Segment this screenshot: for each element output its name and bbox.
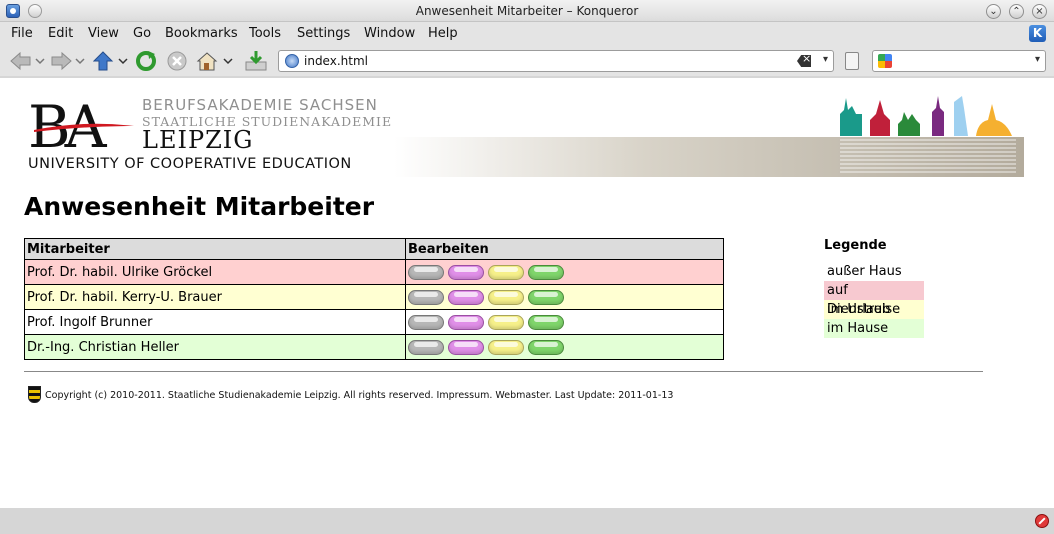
menu-file[interactable]: File [11,26,33,41]
status-button-present[interactable] [528,339,564,355]
stop-icon[interactable] [166,50,188,72]
column-header-employee: Mitarbeiter [24,238,406,260]
legend-title: Legende [824,238,887,253]
status-button-business-trip[interactable] [448,314,484,330]
header-banner: BA BERUFSAKADEMIE SACHSEN STAATLICHE STU… [24,96,1024,178]
employee-name: Dr.-Ing. Christian Heller [24,334,406,360]
status-button-business-trip[interactable] [448,264,484,280]
status-button-group [405,284,724,310]
table-header-row: Mitarbeiter Bearbeiten [24,238,724,260]
menu-go[interactable]: Go [133,26,151,41]
close-icon[interactable]: × [1032,4,1047,19]
status-button-group [405,259,724,285]
column-header-edit: Bearbeiten [405,238,724,260]
home-icon[interactable] [196,50,236,72]
status-button-business-trip[interactable] [448,289,484,305]
menu-tools[interactable]: Tools [249,26,281,41]
web-viewport: BA BERUFSAKADEMIE SACHSEN STAATLICHE STU… [0,78,1054,508]
title-bar: Anwesenheit Mitarbeiter – Konqueror ⌄ ⌃ … [0,0,1054,22]
status-button-away[interactable] [408,314,444,330]
footer-text: Copyright (c) 2010-2011. Staatliche Stud… [45,390,674,401]
legend-item-away: außer Haus [824,262,924,281]
status-button-away[interactable] [408,289,444,305]
menu-bar: File Edit View Go Bookmarks Tools Settin… [0,22,1054,46]
employee-name: Prof. Ingolf Brunner [24,309,406,335]
menu-window[interactable]: Window [364,26,415,41]
footer-divider [24,371,983,372]
search-engine-icon[interactable] [878,54,892,68]
url-history-dropdown-icon[interactable]: ▾ [823,54,828,65]
paste-icon[interactable] [845,52,859,70]
window-title: Anwesenheit Mitarbeiter – Konqueror [415,4,639,18]
menu-bookmarks[interactable]: Bookmarks [165,26,238,41]
table-row: Prof. Dr. habil. Kerry-U. Brauer [24,284,724,310]
footer: Copyright (c) 2010-2011. Staatliche Stud… [28,386,673,403]
institution-city: LEIPZIG [142,126,254,154]
menu-settings[interactable]: Settings [297,26,350,41]
legend-item-present: im Hause [824,319,924,338]
status-button-present[interactable] [528,264,564,280]
status-button-group [405,334,724,360]
status-button-present[interactable] [528,314,564,330]
minimize-icon[interactable]: ⌄ [986,4,1001,19]
page-favicon [285,54,299,68]
table-row: Dr.-Ing. Christian Heller [24,334,724,360]
menu-view[interactable]: View [88,26,119,41]
navigation-toolbar: index.html ▾ ▾ [0,46,1054,76]
table-row: Prof. Dr. habil. Ulrike Gröckel [24,259,724,285]
url-text: index.html [304,54,368,68]
page-title: Anwesenheit Mitarbeiter [24,192,375,221]
menu-edit[interactable]: Edit [48,26,73,41]
employee-name: Prof. Dr. habil. Ulrike Gröckel [24,259,406,285]
status-button-vacation[interactable] [488,314,524,330]
legend: Legende außer Haus auf Dienstreise im Ur… [824,238,934,338]
status-bar [0,508,1054,534]
up-icon[interactable] [93,50,131,72]
saxony-crest-icon [28,386,41,403]
back-icon[interactable] [8,50,46,72]
reload-icon[interactable] [135,50,157,72]
institution-line-1: BERUFSAKADEMIE SACHSEN [142,96,378,114]
legend-item-vacation: im Urlaub [824,300,924,319]
clear-url-icon[interactable] [797,55,811,67]
logo-swoosh [34,123,134,132]
employee-name: Prof. Dr. habil. Kerry-U. Brauer [24,284,406,310]
forward-icon[interactable] [50,50,88,72]
status-button-vacation[interactable] [488,339,524,355]
kde-icon[interactable]: K [1029,25,1046,42]
skyline-illustration [840,96,1016,173]
menu-help[interactable]: Help [428,26,458,41]
security-status-icon[interactable] [1035,514,1049,528]
table-row: Prof. Ingolf Brunner [24,309,724,335]
status-button-group [405,309,724,335]
status-button-vacation[interactable] [488,264,524,280]
status-button-away[interactable] [408,264,444,280]
status-button-vacation[interactable] [488,289,524,305]
legend-item-business-trip: auf Dienstreise [824,281,924,317]
institution-english-name: UNIVERSITY OF COOPERATIVE EDUCATION [28,156,352,172]
search-dropdown-icon[interactable]: ▾ [1035,54,1040,65]
url-input[interactable]: index.html ▾ [278,50,834,72]
status-button-present[interactable] [528,289,564,305]
download-icon[interactable] [244,50,268,72]
search-input[interactable]: ▾ [872,50,1046,72]
maximize-icon[interactable]: ⌃ [1009,4,1024,19]
attendance-table: Mitarbeiter Bearbeiten Prof. Dr. habil. … [24,238,724,360]
status-button-business-trip[interactable] [448,339,484,355]
status-button-away[interactable] [408,339,444,355]
